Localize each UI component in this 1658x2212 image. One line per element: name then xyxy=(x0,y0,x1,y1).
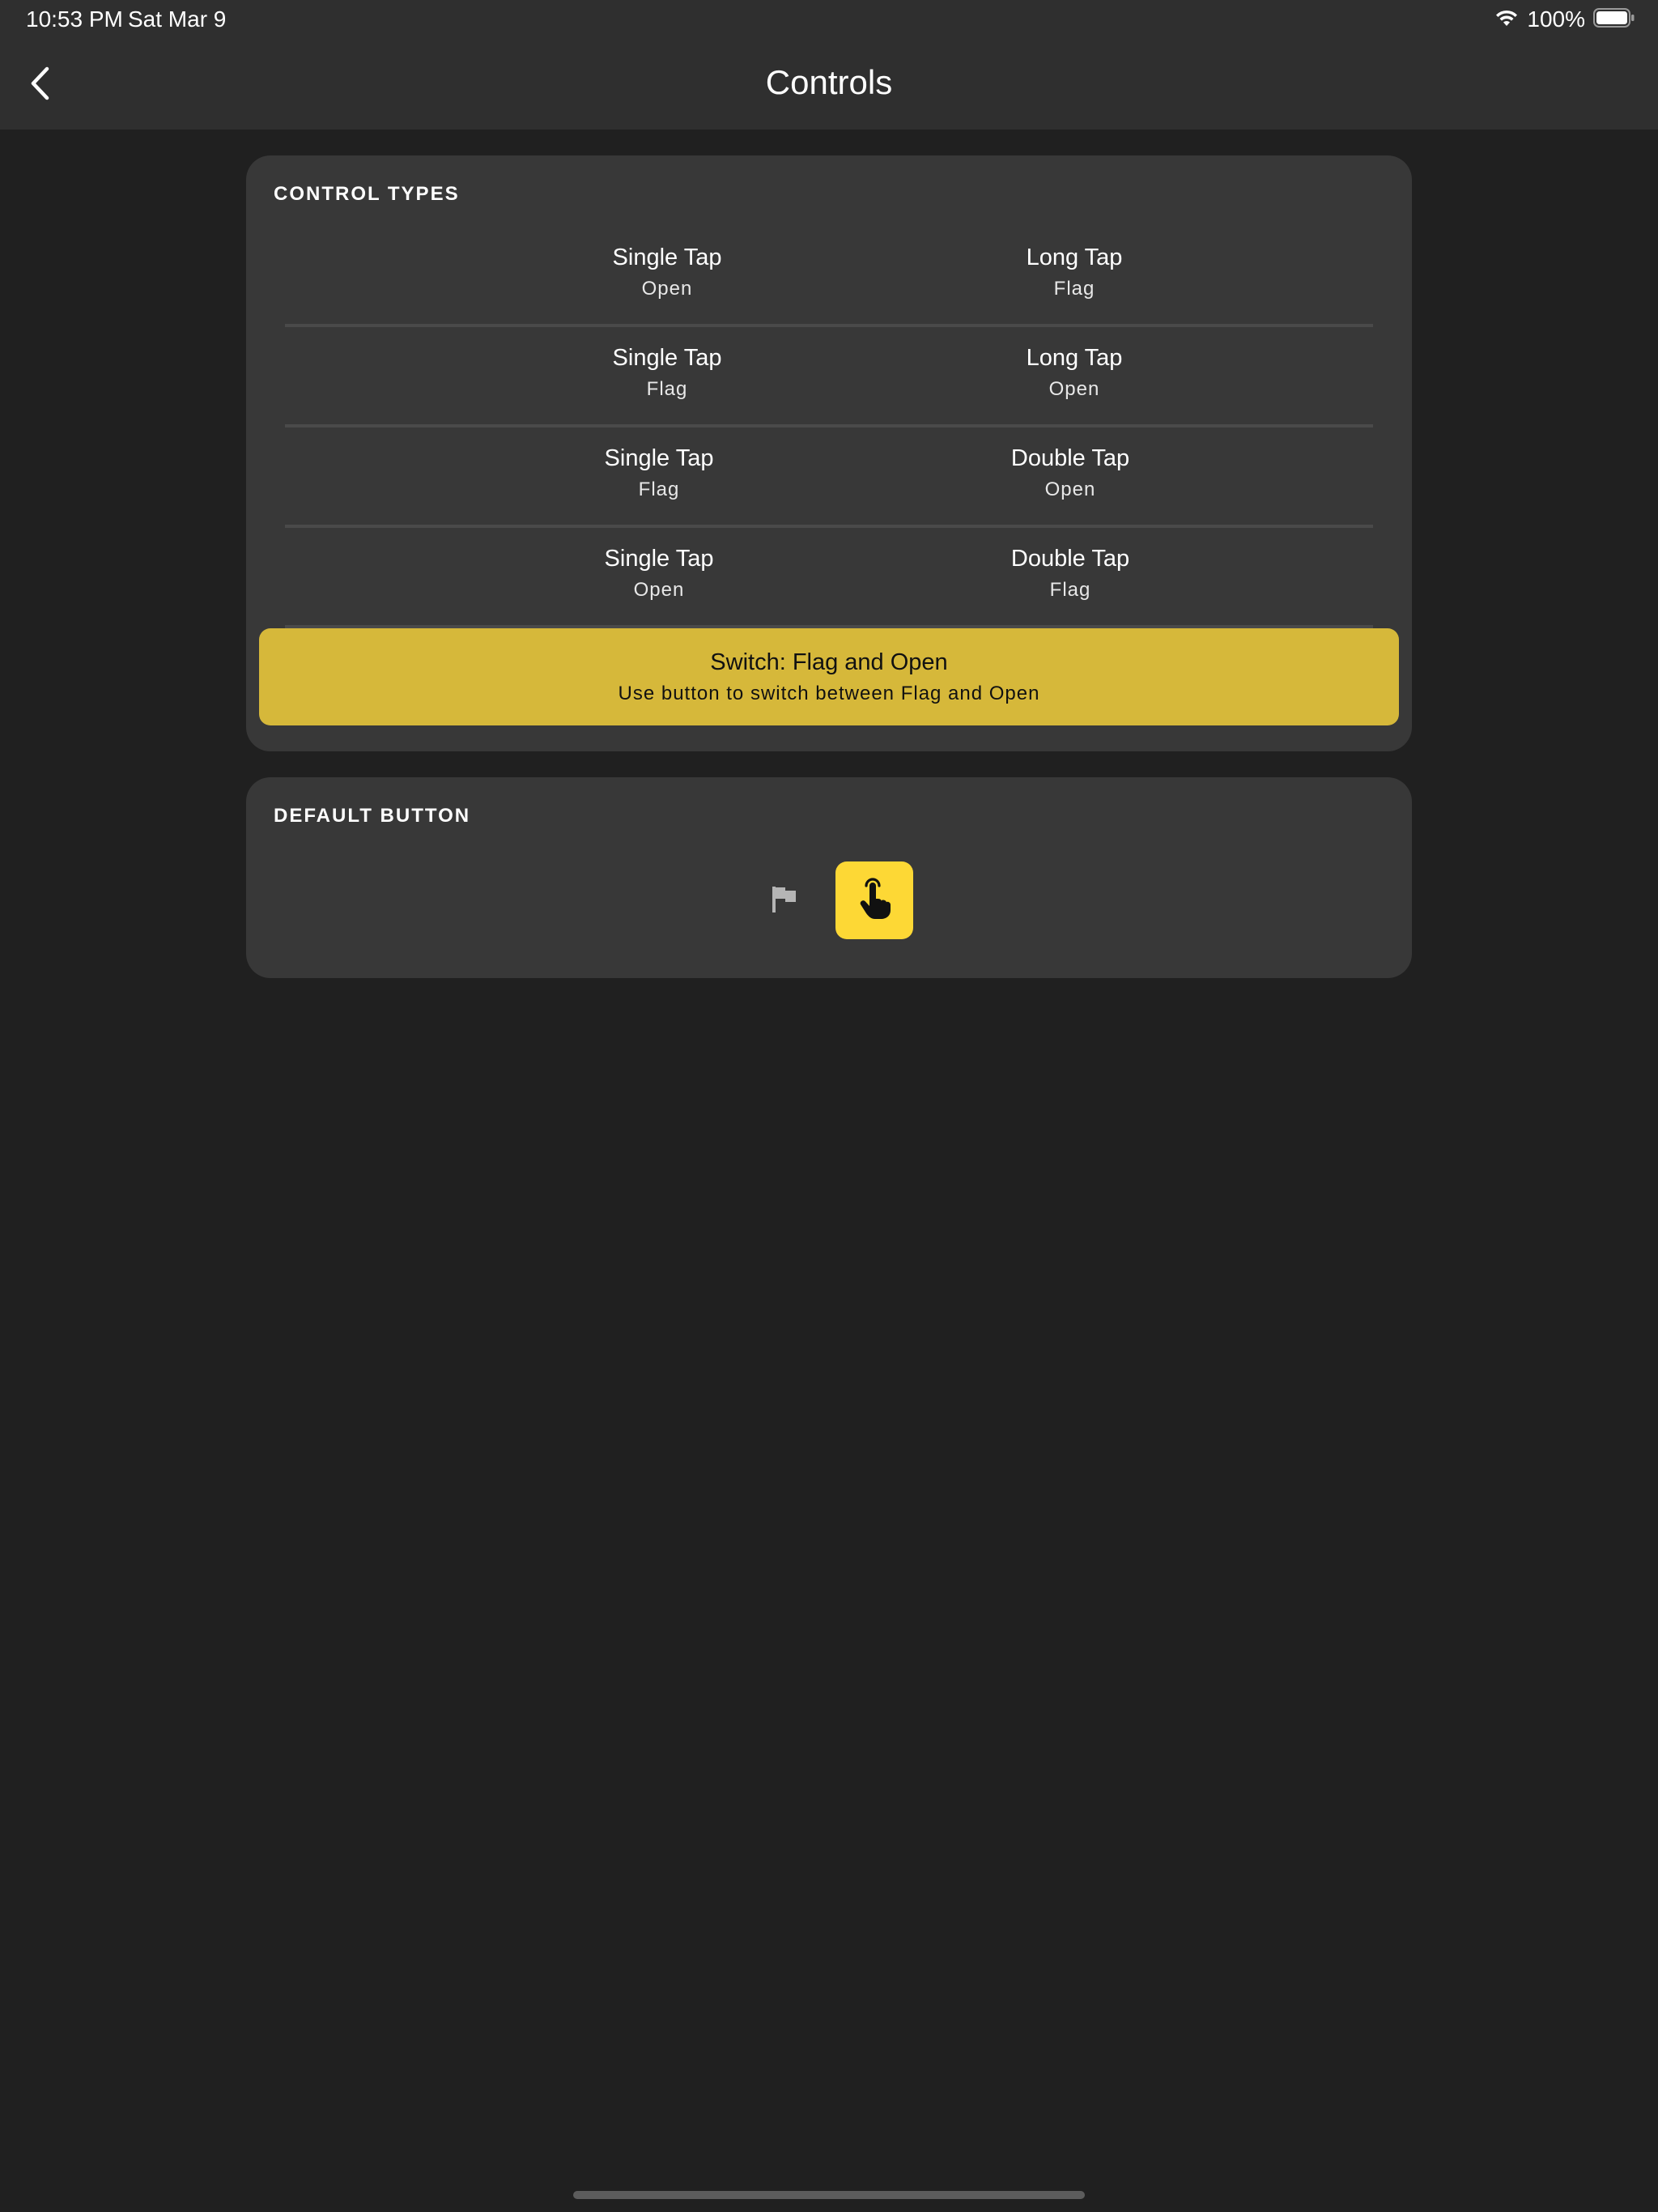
switch-description: Use button to switch between Flag and Op… xyxy=(618,683,1040,704)
action-label: Open xyxy=(1044,479,1096,500)
top-bar: 10:53 PM Sat Mar 9 100% Controls xyxy=(0,0,1658,130)
section-header-control-types: CONTROL TYPES xyxy=(274,183,460,205)
tap-icon xyxy=(856,877,893,924)
gesture-label: Single Tap xyxy=(612,345,722,371)
action-label: Flag xyxy=(638,479,680,500)
control-types-card: CONTROL TYPES Single Tap Open Long Tap F… xyxy=(246,155,1412,751)
battery-icon xyxy=(1593,7,1635,32)
control-type-row[interactable]: Single Tap Flag Double Tap Open xyxy=(285,428,1373,528)
status-indicators: 100% xyxy=(1494,5,1635,34)
page-title: Controls xyxy=(765,63,893,101)
home-indicator[interactable] xyxy=(573,2191,1085,2199)
default-tap-button[interactable] xyxy=(835,861,913,939)
action-label: Flag xyxy=(646,378,688,400)
default-button-options xyxy=(246,861,1412,939)
switch-label: Switch: Flag and Open xyxy=(710,649,948,675)
control-type-secondary: Long Tap Flag xyxy=(937,227,1212,324)
control-type-primary: Single Tap Open xyxy=(529,227,805,324)
action-label: Flag xyxy=(1049,579,1091,601)
action-label: Open xyxy=(641,278,693,300)
control-type-primary: Single Tap Flag xyxy=(529,327,805,424)
gesture-label: Double Tap xyxy=(1010,546,1130,572)
control-type-secondary: Double Tap Open xyxy=(933,428,1208,525)
gesture-label: Double Tap xyxy=(1010,445,1130,471)
status-date: Sat Mar 9 xyxy=(128,6,227,32)
gesture-label: Long Tap xyxy=(1026,345,1123,371)
control-type-switch-selected[interactable]: Switch: Flag and Open Use button to swit… xyxy=(259,628,1399,725)
battery-percent: 100% xyxy=(1527,6,1585,32)
action-label: Open xyxy=(633,579,685,601)
action-label: Open xyxy=(1048,378,1100,400)
control-type-primary: Single Tap Open xyxy=(521,528,797,625)
default-button-card: DEFAULT BUTTON xyxy=(246,777,1412,978)
control-type-row[interactable]: Single Tap Open Long Tap Flag xyxy=(285,227,1373,327)
control-type-secondary: Long Tap Open xyxy=(937,327,1212,424)
control-type-row[interactable]: Single Tap Flag Long Tap Open xyxy=(285,327,1373,428)
section-header-default-button: DEFAULT BUTTON xyxy=(274,805,471,827)
gesture-label: Single Tap xyxy=(612,245,722,270)
flag-icon xyxy=(769,883,798,918)
action-label: Flag xyxy=(1053,278,1095,300)
control-type-row[interactable]: Single Tap Open Double Tap Flag xyxy=(285,528,1373,628)
status-time: 10:53 PM xyxy=(26,6,123,32)
controls-screen: 10:53 PM Sat Mar 9 100% Controls CONTROL… xyxy=(0,0,1658,2212)
wifi-icon xyxy=(1494,8,1519,32)
gesture-label: Single Tap xyxy=(604,546,714,572)
control-type-primary: Single Tap Flag xyxy=(521,428,797,525)
gesture-label: Single Tap xyxy=(604,445,714,471)
gesture-label: Long Tap xyxy=(1026,245,1123,270)
control-type-secondary: Double Tap Flag xyxy=(933,528,1208,625)
default-flag-button[interactable] xyxy=(761,878,806,923)
